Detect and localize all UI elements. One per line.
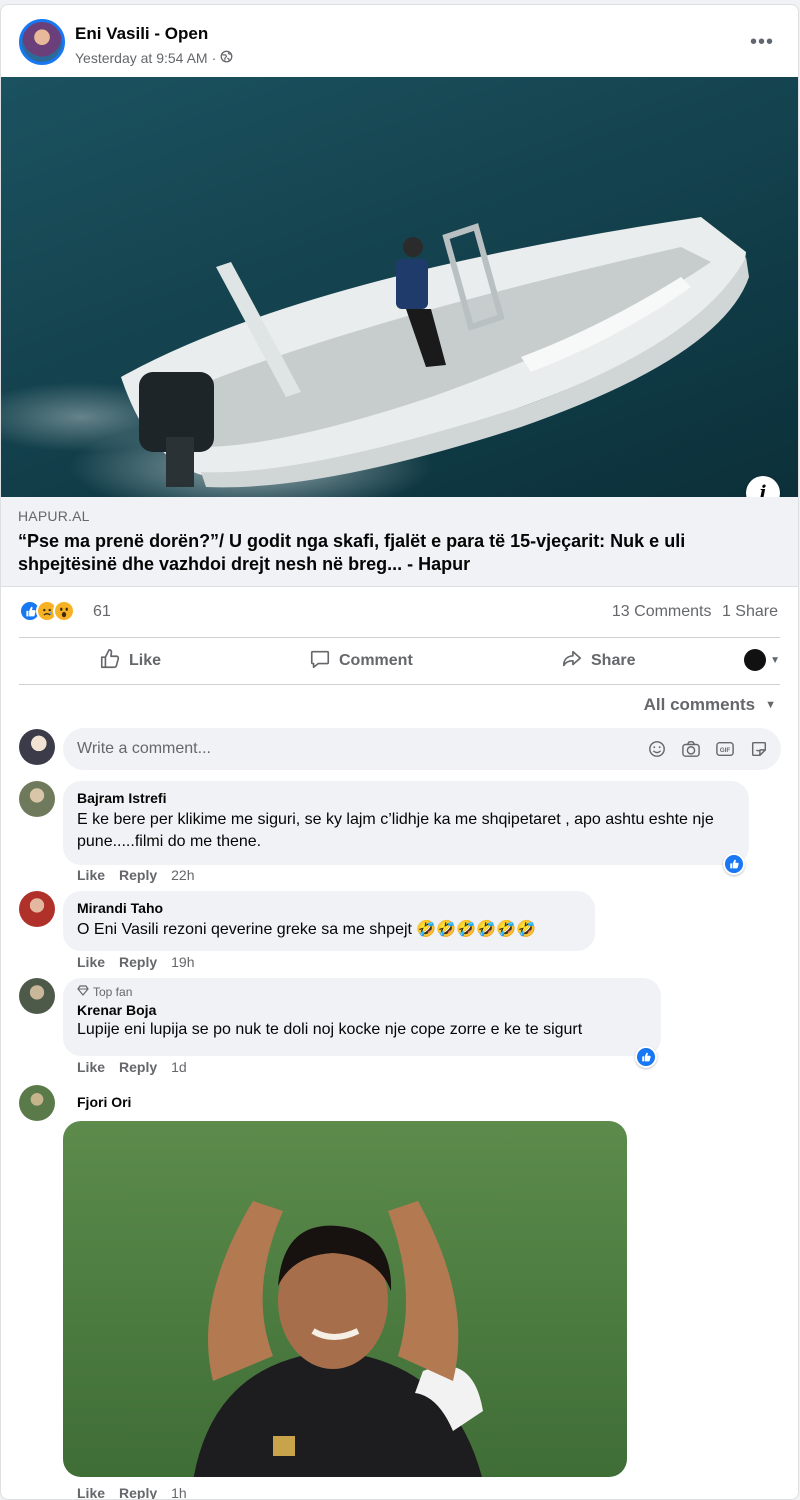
link-domain: HAPUR.AL — [18, 508, 90, 524]
camera-icon[interactable] — [681, 739, 701, 759]
comment-reply-button[interactable]: Reply — [119, 867, 157, 883]
like-button[interactable]: Like — [99, 641, 161, 681]
commenter-name[interactable]: Fjori Ori — [77, 1094, 131, 1110]
comment-text: E ke bere per klikime me siguri, se ky l… — [77, 811, 714, 850]
commenter-avatar[interactable] — [19, 891, 55, 927]
post-header: Eni Vasili - Open Yesterday at 9:54 AM ·… — [19, 19, 780, 69]
post-card: Eni Vasili - Open Yesterday at 9:54 AM ·… — [0, 4, 799, 1500]
reaction-count[interactable]: 61 — [93, 603, 111, 621]
commenter-avatar[interactable] — [19, 781, 55, 817]
commenter-name[interactable]: Mirandi Taho — [77, 900, 581, 916]
comment-composer[interactable]: GIF — [63, 728, 781, 770]
like-reaction-icon[interactable] — [635, 1046, 657, 1068]
wow-reaction-icon — [53, 600, 75, 622]
post-meta: Yesterday at 9:54 AM · — [75, 50, 233, 66]
commenter-name[interactable]: Bajram Istrefi — [77, 790, 735, 806]
comment-label: Comment — [339, 652, 413, 669]
link-preview-image[interactable] — [1, 77, 798, 497]
comment-reply-button[interactable]: Reply — [119, 954, 157, 970]
comment-like-button[interactable]: Like — [77, 954, 105, 970]
commenter-avatar[interactable] — [19, 1085, 55, 1121]
comment-reply-button[interactable]: Reply — [119, 1485, 157, 1499]
comments-count[interactable]: 13 Comments — [612, 603, 712, 620]
comment-actions: Like Reply 1h — [77, 1485, 187, 1499]
comment-actions: Like Reply 1d — [77, 1059, 187, 1075]
comment-text: Lupije eni lupija se po nuk te doli noj … — [77, 1021, 583, 1038]
top-fan-label: Top fan — [93, 985, 133, 999]
author-avatar[interactable] — [19, 19, 65, 65]
comment-like-button[interactable]: Like — [77, 1059, 105, 1075]
reaction-as-selector[interactable]: ▼ — [744, 649, 780, 671]
comment-time[interactable]: 1h — [171, 1485, 187, 1499]
link-title[interactable]: “Pse ma prenë dorën?”/ U godit nga skafi… — [18, 530, 785, 576]
comment-input[interactable] — [77, 728, 637, 770]
more-options-button[interactable]: ••• — [744, 27, 780, 63]
comment-like-button[interactable]: Like — [77, 1485, 105, 1499]
gif-image — [193, 1201, 483, 1477]
share-icon — [561, 648, 583, 675]
comment-filter[interactable]: All comments ▼ — [644, 695, 776, 715]
like-reaction-icon[interactable] — [723, 853, 745, 875]
diamond-icon — [77, 985, 89, 999]
globe-icon — [220, 50, 233, 66]
comment-like-button[interactable]: Like — [77, 867, 105, 883]
comment-bubble: Top fan Krenar Boja Lupije eni lupija se… — [63, 978, 661, 1056]
comment-icon — [309, 648, 331, 675]
gif-attachment[interactable] — [63, 1121, 627, 1477]
comment-bubble: Mirandi Taho O Eni Vasili rezoni qeverin… — [63, 891, 595, 951]
comment-bubble: Bajram Istrefi E ke bere per klikime me … — [63, 781, 749, 865]
like-label: Like — [129, 652, 162, 669]
comment-text: O Eni Vasili rezoni qeverine greke sa me… — [77, 921, 536, 938]
action-bar: Like Comment Share ▼ — [19, 639, 780, 683]
sticker-icon[interactable] — [749, 739, 769, 759]
comment-reply-button[interactable]: Reply — [119, 1059, 157, 1075]
shares-count[interactable]: 1 Share — [722, 603, 778, 620]
gif-icon[interactable]: GIF — [715, 739, 735, 759]
post-timestamp[interactable]: Yesterday at 9:54 AM — [75, 50, 208, 66]
comment-button[interactable]: Comment — [309, 641, 413, 681]
top-fan-badge: Top fan — [77, 985, 647, 999]
comment-time[interactable]: 1d — [171, 1059, 187, 1075]
caret-down-icon: ▼ — [770, 654, 780, 666]
emoji-icon[interactable] — [647, 739, 667, 759]
comment-time[interactable]: 22h — [171, 867, 194, 883]
commenter-avatar[interactable] — [19, 978, 55, 1014]
divider — [19, 684, 780, 685]
link-caption[interactable]: HAPUR.AL “Pse ma prenë dorën?”/ U godit … — [1, 497, 798, 587]
reaction-icons[interactable] — [19, 600, 75, 622]
meta-separator: · — [211, 50, 217, 66]
thumbs-up-icon — [99, 648, 121, 675]
engagement-stats: 13 Comments 1 Share — [606, 603, 778, 621]
divider — [19, 637, 780, 638]
share-label: Share — [591, 652, 636, 669]
share-button[interactable]: Share — [561, 641, 635, 681]
current-user-avatar[interactable] — [19, 729, 55, 765]
svg-text:GIF: GIF — [720, 747, 731, 754]
author-name[interactable]: Eni Vasili - Open — [75, 24, 208, 44]
reactions-row: 61 13 Comments 1 Share — [19, 597, 778, 627]
composer-icons: GIF — [647, 739, 769, 759]
comment-actions: Like Reply 22h — [77, 867, 195, 883]
comment-actions: Like Reply 19h — [77, 954, 195, 970]
profile-dot — [744, 649, 767, 671]
caret-down-icon: ▼ — [765, 699, 776, 711]
comment-filter-label: All comments — [643, 695, 756, 714]
boat-illustration — [121, 217, 749, 488]
comment-time[interactable]: 19h — [171, 954, 194, 970]
commenter-name[interactable]: Krenar Boja — [77, 1002, 647, 1018]
